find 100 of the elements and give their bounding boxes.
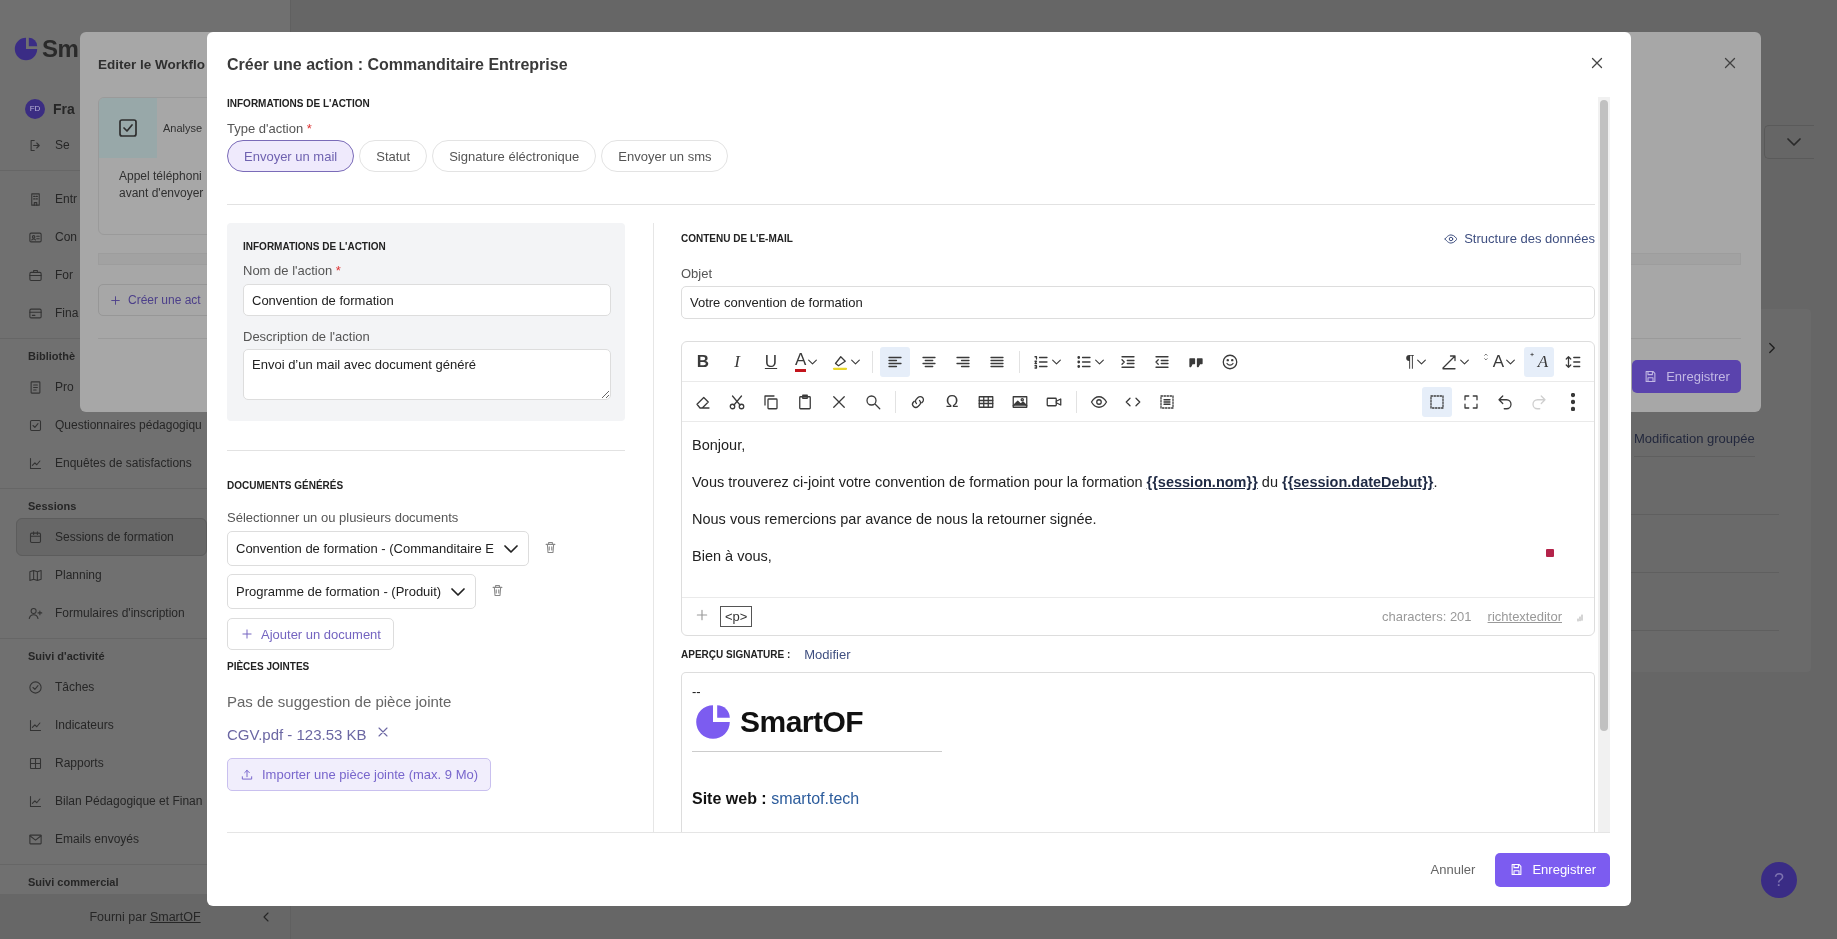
block-tag: <p> — [720, 606, 753, 627]
more-icon — [1571, 392, 1575, 411]
action-type-tab[interactable]: Signature éléctronique — [432, 140, 597, 172]
name-field[interactable]: Convention de formation — [243, 284, 611, 316]
editor-paragraph: Nous vous remercions par avance de nous la retourner signée. — [692, 510, 1097, 529]
caret-icon — [808, 358, 818, 365]
dashed-square-icon — [1428, 392, 1446, 411]
sidebar-item[interactable]: Pro — [28, 368, 74, 407]
editor-field[interactable]: Bonjour, Vous trouverez ci-joint votre convention de formation pour la formation {{session.nom}} du {{session.dateDebut}}. Nous vous remercions par avance de nous la retourner signée. Bien à vous, — [682, 422, 1594, 597]
italic-button[interactable]: I — [722, 346, 752, 377]
special-character-button[interactable]: Ω — [937, 386, 967, 417]
step-title: Analyse — [163, 122, 203, 134]
action-type-tab[interactable]: Envoyer un sms — [601, 140, 729, 172]
sidebar-item[interactable]: For — [28, 256, 73, 295]
caret-icon — [851, 358, 861, 365]
logo-text: Sm — [42, 34, 79, 63]
step-description: Appel téléphoni avant d'envoyer — [119, 168, 204, 202]
import-attachment-button[interactable]: Importer une pièce jointe (max. 9 Mo) — [227, 758, 492, 791]
paragraph-button[interactable]: ¶ — [1400, 346, 1431, 377]
editor-link[interactable]: richtexteditor — [1487, 609, 1562, 624]
signature-dash: -- — [692, 685, 702, 699]
action-type-tab[interactable]: Envoyer un mail — [227, 140, 355, 172]
sidebar-item[interactable]: Se — [28, 126, 70, 165]
document-select[interactable]: Convention de formation - (Commanditaire E — [227, 531, 529, 566]
sidebar-item[interactable]: Con — [28, 218, 77, 257]
add-document-button[interactable]: Ajouter un document — [227, 618, 394, 650]
sidebar-item[interactable]: Bilan Pédagogique et Finan — [28, 782, 203, 821]
website-line: Site web : smartof.tech — [692, 790, 861, 808]
sidebar-item[interactable]: Questionnaires pédagogiqu — [28, 406, 202, 445]
section-title: Bibliothè — [28, 349, 76, 365]
description-field[interactable]: Envoi d’un mail avec document généré — [243, 349, 611, 400]
edit-signature-link[interactable]: Modifier — [804, 646, 851, 662]
underline-button[interactable]: U — [756, 346, 786, 377]
dialog-title: Créer une action : Commanditaire Entreprise — [227, 55, 568, 74]
website-link[interactable]: smartof.tech — [771, 790, 860, 807]
editor-paragraph: Bonjour, — [692, 436, 746, 455]
character-count: characters: 201 — [1381, 609, 1472, 624]
sidebar-item[interactable]: Tâches — [28, 668, 95, 707]
grid-icon — [28, 755, 43, 771]
sidebar-item[interactable]: Emails envoyés — [28, 820, 140, 859]
caret-icon — [1416, 358, 1426, 365]
section-heading: CONTENU DE L'E-MAIL — [681, 231, 793, 246]
editor-paragraph: Vous trouverez ci-joint votre convention de formation pour la formation {{session.nom}} du {{session.dateDebut}}. — [692, 473, 1438, 492]
font-color-button[interactable]: A — [790, 346, 823, 377]
document-select[interactable]: Programme de formation - (Produit) — [227, 574, 477, 609]
section-title: Sessions — [28, 499, 77, 515]
id-card-icon — [28, 229, 43, 245]
sidebar-item[interactable]: Entr — [28, 180, 77, 219]
user-plus-icon — [28, 605, 43, 621]
action-type-tab[interactable]: Statut — [359, 140, 428, 172]
caret-icon — [1095, 358, 1105, 365]
sidebar-item[interactable]: Indicateurs — [28, 706, 114, 745]
align-left-button[interactable] — [880, 346, 911, 377]
caret-icon — [1052, 358, 1062, 365]
subject-field[interactable]: Votre convention de formation — [681, 286, 1595, 319]
clipboard-icon — [796, 392, 814, 411]
scissors-icon — [728, 392, 746, 411]
save-button[interactable]: Enregistrer — [1495, 852, 1610, 887]
building-icon — [28, 191, 43, 207]
sidebar-item[interactable]: Sessions de formation — [16, 518, 207, 557]
save-button[interactable]: Enregistrer — [1632, 360, 1741, 393]
sidebar-item[interactable]: Planning — [28, 556, 102, 595]
dialog-title: Editer le Workflo — [98, 57, 206, 72]
scrollbar-thumb[interactable] — [1600, 100, 1608, 731]
help-button[interactable]: ? — [1761, 862, 1797, 898]
fullscreen-icon — [1462, 392, 1480, 411]
cancel-button[interactable]: Annuler — [1430, 862, 1476, 877]
show-blocks-button[interactable] — [1422, 386, 1452, 417]
chevron-down-icon — [451, 587, 466, 596]
section-title: Suivi commercial — [28, 875, 119, 891]
upload-icon — [240, 767, 254, 782]
user-avatar: FD — [25, 98, 45, 119]
credit-card-icon — [28, 305, 43, 321]
section-heading: PIÈCES JOINTES — [227, 660, 311, 674]
redo-icon — [1530, 392, 1548, 411]
copy-icon — [762, 392, 780, 411]
format-button[interactable]: A — [1524, 346, 1554, 377]
select-all-icon — [1158, 392, 1176, 411]
caret-icon — [1459, 358, 1469, 365]
chevron-down-icon — [1787, 138, 1801, 146]
attachment-name: CGV.pdf - 123.53 KB — [227, 724, 367, 745]
bold-button[interactable]: B — [688, 346, 718, 377]
sidebar-item[interactable]: Rapports — [28, 744, 104, 783]
sidebar-item[interactable]: Formulaires d'inscription — [28, 594, 185, 633]
map-icon — [28, 567, 43, 583]
data-structure-link[interactable]: Structure des données — [1444, 231, 1595, 246]
briefcase-icon — [28, 267, 43, 283]
sidebar-item[interactable]: Fina — [28, 294, 79, 333]
sidebar-item[interactable]: Enquêtes de satisfactions — [28, 444, 192, 483]
credit-text: Fourni par SmartOF — [89, 909, 201, 924]
chevron-down-icon — [503, 544, 518, 553]
editor-paragraph: Bien à vous, — [692, 547, 772, 566]
credit-link[interactable]: SmartOF — [149, 909, 201, 924]
document-icon — [28, 379, 43, 395]
calendar-icon — [28, 529, 43, 545]
logout-icon — [28, 137, 43, 153]
mail-icon — [28, 831, 43, 847]
field-label: Sélectionner un ou plusieurs documents — [227, 510, 460, 526]
smiley-icon — [1221, 352, 1240, 371]
font-size-button[interactable]: A — [1477, 346, 1520, 377]
